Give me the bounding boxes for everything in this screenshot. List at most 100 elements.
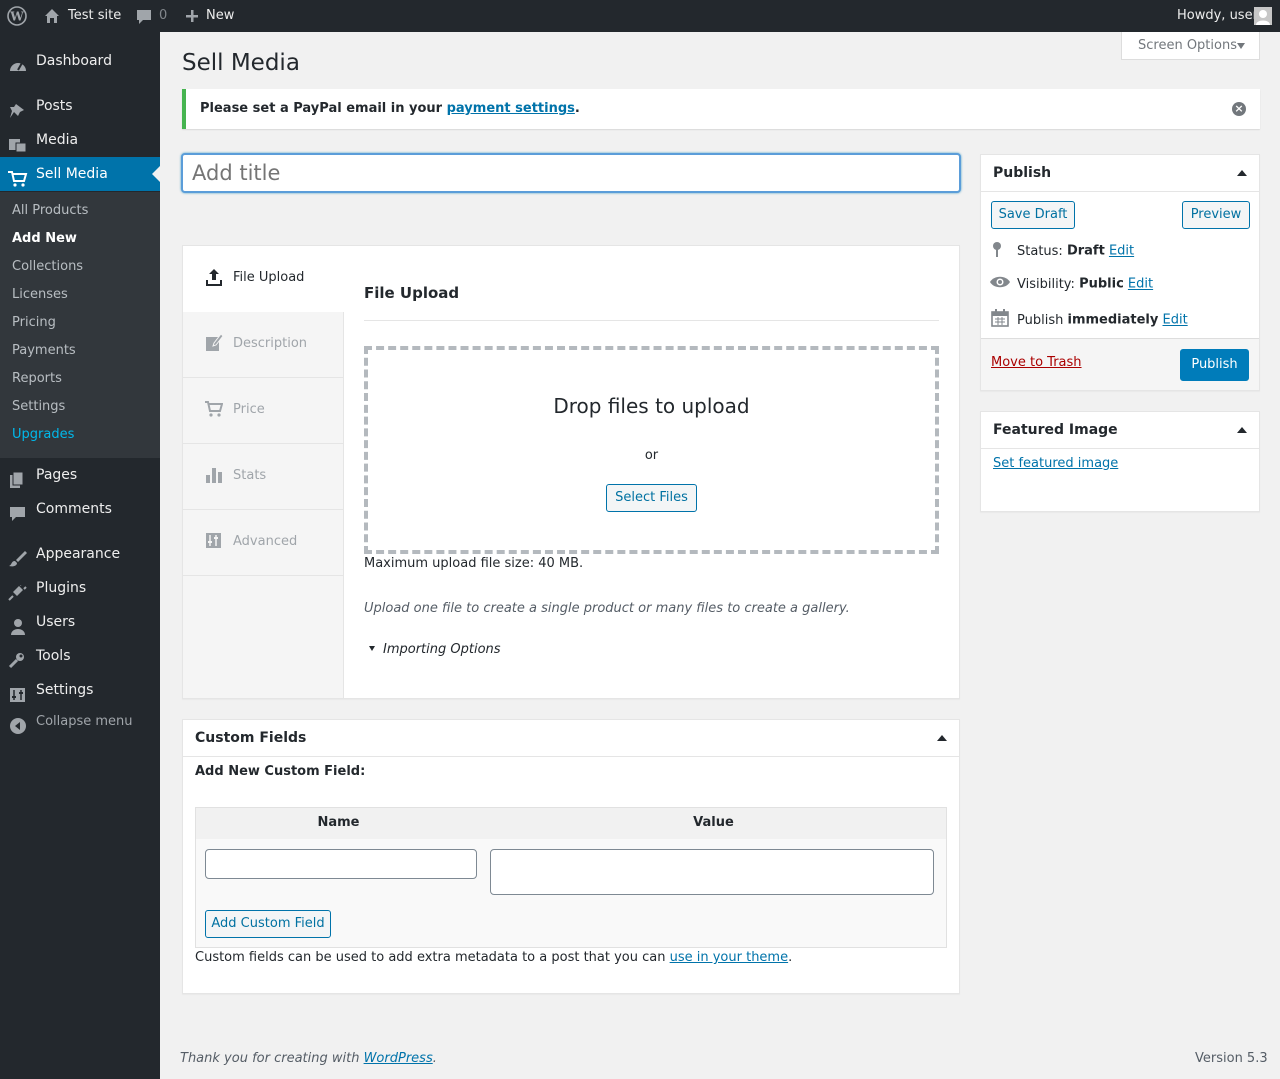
submenu-collections[interactable]: Collections [12, 257, 83, 277]
collapse-arrow-icon[interactable] [1237, 170, 1247, 176]
sidebar-item-posts[interactable]: Posts [0, 89, 160, 123]
sidebar-item-media[interactable]: Media [0, 123, 160, 157]
plus-icon[interactable] [185, 0, 199, 32]
collapse-menu-button[interactable]: Collapse menu [0, 705, 160, 739]
comment-icon[interactable] [135, 0, 153, 32]
edit-status-link[interactable]: Edit [1109, 244, 1134, 259]
custom-field-value-input[interactable] [490, 849, 934, 895]
publish-box: Publish Save Draft Preview Status: Draft… [980, 154, 1260, 391]
collapse-arrow-icon[interactable] [937, 735, 947, 741]
section-divider [364, 320, 939, 321]
max-upload-size: Maximum upload file size: 40 MB. [364, 556, 584, 571]
name-column-header: Name [317, 815, 360, 830]
dashboard-icon [8, 53, 28, 71]
move-to-trash-link[interactable]: Move to Trash [991, 355, 1082, 370]
importing-options-toggle[interactable]: Importing Options [364, 642, 501, 657]
tab-stats[interactable]: Stats [183, 444, 344, 510]
wordpress-logo-icon[interactable]: W [7, 0, 27, 32]
submenu-upgrades[interactable]: Upgrades [12, 425, 74, 445]
edit-schedule-link[interactable]: Edit [1163, 313, 1188, 328]
sidebar-item-comments[interactable]: Comments [0, 492, 160, 526]
tab-advanced[interactable]: Advanced [183, 510, 344, 576]
calendar-icon [991, 309, 1011, 331]
comment-icon [8, 501, 28, 521]
submenu-all-products[interactable]: All Products [12, 201, 88, 221]
user-icon [8, 614, 28, 635]
current-menu-arrow [152, 166, 160, 182]
use-in-theme-link[interactable]: use in your theme [670, 950, 789, 965]
preview-button[interactable]: Preview [1182, 201, 1250, 229]
brush-icon [8, 546, 28, 567]
svg-text:W: W [9, 10, 24, 24]
sidebar-item-tools[interactable]: Tools [0, 639, 160, 673]
add-custom-field-button[interactable]: Add Custom Field [205, 910, 331, 938]
box-header-divider [183, 756, 959, 757]
custom-field-name-input[interactable] [205, 849, 477, 879]
title-input[interactable] [181, 153, 961, 193]
media-icon [8, 132, 28, 153]
drop-files-text: Drop files to upload [553, 394, 750, 418]
schedule-row: Publish immediately Edit [991, 309, 1188, 331]
custom-fields-title: Custom Fields [195, 730, 307, 746]
sidebar-item-users[interactable]: Users [0, 605, 160, 639]
page-title: Sell Media [182, 50, 300, 76]
publish-actions: Move to Trash Publish [981, 338, 1259, 390]
save-draft-button[interactable]: Save Draft [991, 201, 1075, 229]
upload-help-text: Upload one file to create a single produ… [364, 601, 850, 616]
edit-visibility-link[interactable]: Edit [1128, 277, 1153, 292]
triangle-down-icon [369, 646, 375, 651]
submenu-add-new[interactable]: Add New [12, 229, 77, 249]
custom-field-table: Name Value Add Custom Field [195, 807, 947, 948]
sidebar-item-sell-media[interactable]: Sell Media [0, 157, 160, 191]
chevron-down-icon [1237, 43, 1245, 49]
cart-icon [205, 400, 224, 418]
pin-icon [991, 241, 1011, 261]
box-header-divider [981, 448, 1259, 449]
sidebar-item-settings[interactable]: Settings [0, 673, 160, 707]
footer-thanks: Thank you for creating with WordPress. [180, 1051, 437, 1066]
cart-icon [8, 166, 28, 187]
account-greeting[interactable]: Howdy, user [1177, 0, 1258, 32]
payment-settings-link[interactable]: payment settings [447, 101, 575, 116]
eye-icon [989, 275, 1011, 293]
avatar[interactable] [1254, 7, 1272, 25]
wrench-icon [8, 648, 28, 669]
paypal-notice: Please set a PayPal email in your paymen… [182, 89, 1260, 129]
tab-description[interactable]: Description [183, 312, 344, 378]
wordpress-link[interactable]: WordPress [364, 1051, 433, 1066]
sidebar-item-pages[interactable]: Pages [0, 458, 160, 492]
tab-file-upload[interactable]: File Upload [183, 246, 345, 312]
submenu-reports[interactable]: Reports [12, 369, 62, 389]
editor-tabs: File Upload Description Price Stats Adva… [183, 246, 345, 698]
comments-count[interactable]: 0 [159, 0, 167, 32]
sidebar-item-dashboard[interactable]: Dashboard [0, 44, 160, 78]
submenu-pricing[interactable]: Pricing [12, 313, 56, 333]
collapse-arrow-icon[interactable] [1237, 427, 1247, 433]
visibility-row: Visibility: Public Edit [989, 275, 1153, 293]
submenu-settings[interactable]: Settings [12, 397, 65, 417]
advanced-icon [205, 532, 223, 550]
edit-icon [205, 333, 224, 352]
site-name-link[interactable]: Test site [68, 0, 121, 32]
submenu-payments[interactable]: Payments [12, 341, 76, 361]
tab-price[interactable]: Price [183, 378, 344, 444]
sidebar-item-appearance[interactable]: Appearance [0, 537, 160, 571]
home-icon[interactable] [44, 0, 60, 32]
collapse-icon [8, 714, 28, 734]
custom-fields-box: Custom Fields Add New Custom Field: Name… [182, 719, 960, 994]
publish-box-title: Publish [993, 165, 1052, 181]
new-content-link[interactable]: New [206, 0, 234, 32]
sidebar-item-plugins[interactable]: Plugins [0, 571, 160, 605]
select-files-button[interactable]: Select Files [606, 484, 697, 512]
settings-icon [8, 682, 28, 702]
admin-bar: W Test site 0 New Howdy, user [0, 0, 1280, 32]
set-featured-image-link[interactable]: Set featured image [993, 456, 1118, 471]
submenu-licenses[interactable]: Licenses [12, 285, 68, 305]
add-custom-field-label: Add New Custom Field: [195, 764, 366, 779]
publish-button[interactable]: Publish [1180, 349, 1249, 381]
dismiss-icon[interactable]: × [1232, 102, 1246, 116]
screen-options-button[interactable]: Screen Options [1121, 32, 1260, 60]
sell-media-submenu: All Products Add New Collections License… [0, 192, 160, 458]
drop-zone[interactable]: Drop files to upload or Select Files [364, 346, 939, 554]
admin-sidebar: Dashboard Posts Media Sell Media All Pro… [0, 32, 160, 1079]
